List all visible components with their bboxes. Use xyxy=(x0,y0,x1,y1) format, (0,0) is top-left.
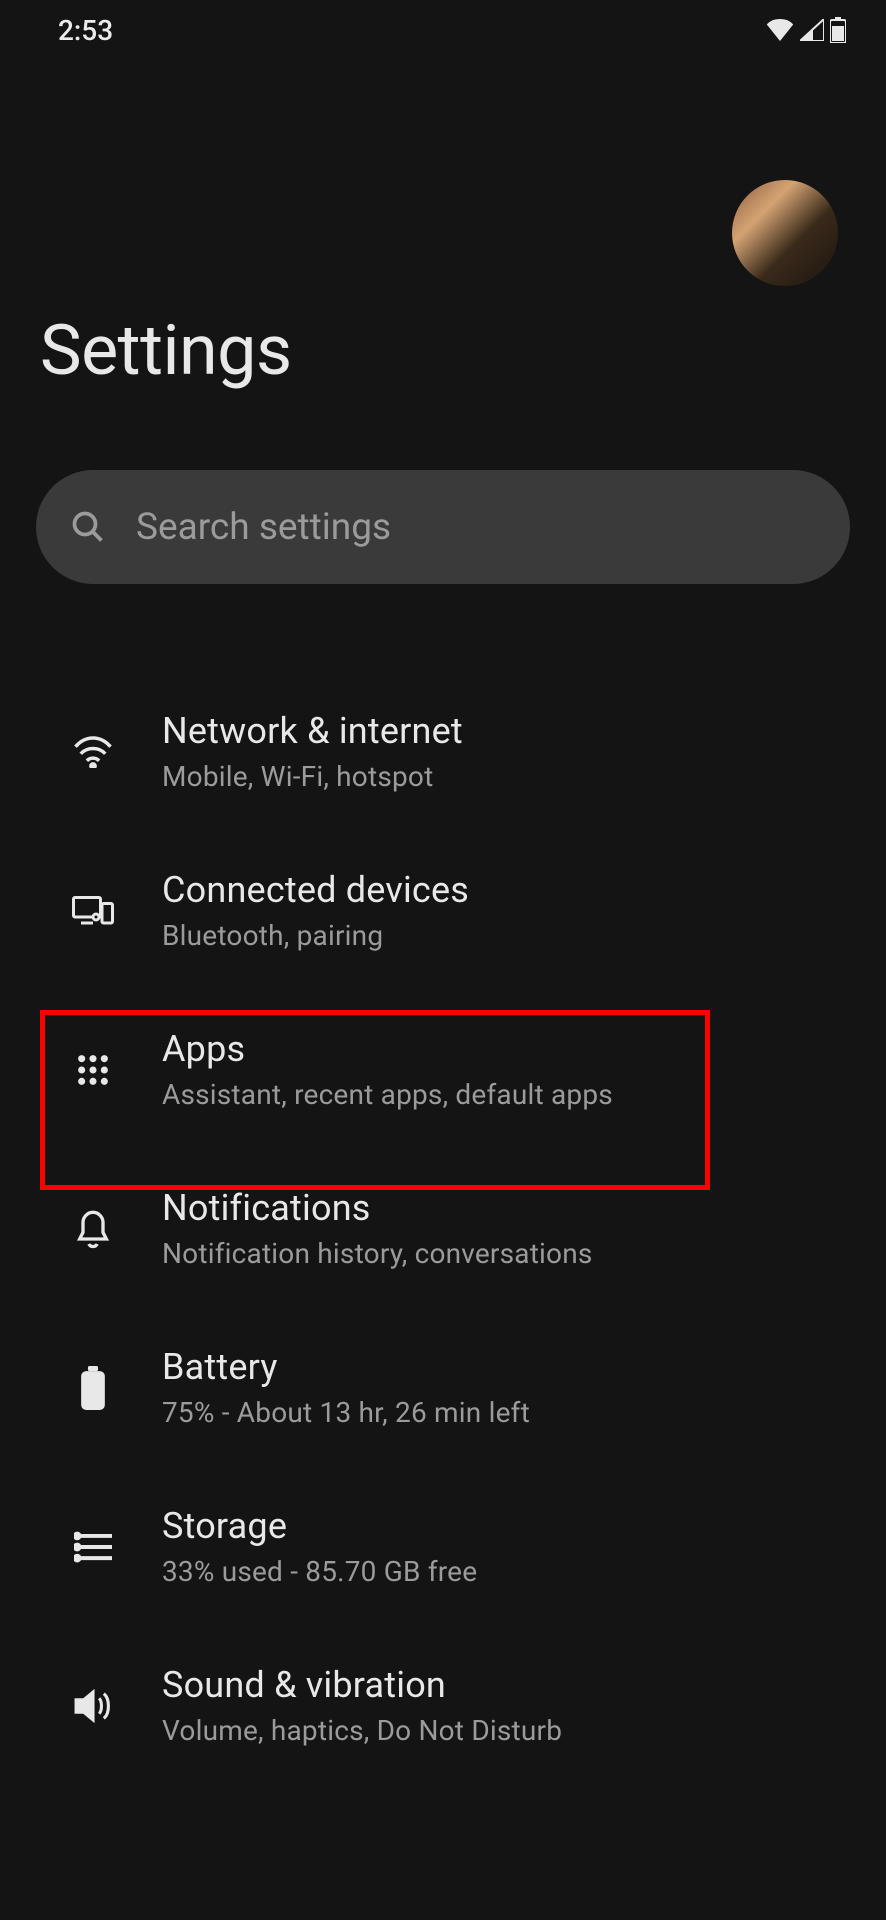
status-time: 2:53 xyxy=(58,14,113,47)
item-title: Sound & vibration xyxy=(162,1664,562,1706)
item-subtitle: 33% used - 85.70 GB free xyxy=(162,1555,477,1588)
settings-item-storage[interactable]: Storage 33% used - 85.70 GB free xyxy=(0,1467,886,1626)
bell-icon xyxy=(72,1208,114,1250)
settings-item-sound[interactable]: Sound & vibration Volume, haptics, Do No… xyxy=(0,1626,886,1785)
item-subtitle: 75% - About 13 hr, 26 min left xyxy=(162,1396,530,1429)
signal-status-icon xyxy=(800,19,824,41)
page-title: Settings xyxy=(40,310,846,392)
settings-item-battery[interactable]: Battery 75% - About 13 hr, 26 min left xyxy=(0,1308,886,1467)
item-subtitle: Notification history, conversations xyxy=(162,1237,593,1270)
settings-list: Network & internet Mobile, Wi-Fi, hotspo… xyxy=(0,672,886,1785)
settings-item-network[interactable]: Network & internet Mobile, Wi-Fi, hotspo… xyxy=(0,672,886,831)
settings-item-notifications[interactable]: Notifications Notification history, conv… xyxy=(0,1149,886,1308)
search-bar[interactable]: Search settings xyxy=(36,470,850,584)
status-bar: 2:53 xyxy=(0,0,886,60)
settings-item-connected-devices[interactable]: Connected devices Bluetooth, pairing xyxy=(0,831,886,990)
item-title: Apps xyxy=(162,1028,613,1070)
item-title: Battery xyxy=(162,1346,530,1388)
sound-icon xyxy=(72,1685,114,1727)
item-text: Apps Assistant, recent apps, default app… xyxy=(162,1028,613,1111)
item-text: Notifications Notification history, conv… xyxy=(162,1187,593,1270)
item-subtitle: Volume, haptics, Do Not Disturb xyxy=(162,1714,562,1747)
battery-status-icon xyxy=(830,17,846,43)
search-placeholder: Search settings xyxy=(136,506,391,549)
item-title: Storage xyxy=(162,1505,477,1547)
settings-item-apps[interactable]: Apps Assistant, recent apps, default app… xyxy=(0,990,886,1149)
wifi-icon xyxy=(72,731,114,773)
item-text: Storage 33% used - 85.70 GB free xyxy=(162,1505,477,1588)
item-subtitle: Mobile, Wi-Fi, hotspot xyxy=(162,760,463,793)
battery-icon xyxy=(72,1367,114,1409)
item-text: Battery 75% - About 13 hr, 26 min left xyxy=(162,1346,530,1429)
item-title: Network & internet xyxy=(162,710,463,752)
storage-icon xyxy=(72,1526,114,1568)
status-icons xyxy=(766,17,846,43)
header-area: Settings xyxy=(0,60,886,392)
devices-icon xyxy=(72,890,114,932)
apps-icon xyxy=(72,1049,114,1091)
item-text: Network & internet Mobile, Wi-Fi, hotspo… xyxy=(162,710,463,793)
profile-avatar[interactable] xyxy=(732,180,838,286)
item-subtitle: Bluetooth, pairing xyxy=(162,919,469,952)
item-title: Connected devices xyxy=(162,869,469,911)
item-text: Sound & vibration Volume, haptics, Do No… xyxy=(162,1664,562,1747)
item-subtitle: Assistant, recent apps, default apps xyxy=(162,1078,613,1111)
search-icon xyxy=(70,509,106,545)
item-title: Notifications xyxy=(162,1187,593,1229)
wifi-status-icon xyxy=(766,19,794,41)
item-text: Connected devices Bluetooth, pairing xyxy=(162,869,469,952)
